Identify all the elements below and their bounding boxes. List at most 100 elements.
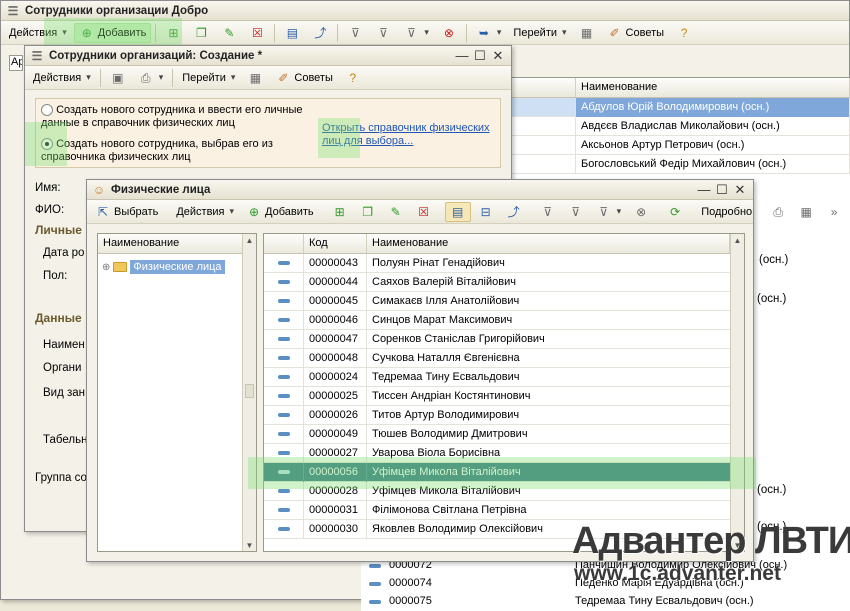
create-tips-button[interactable]: ✐ Советы [270, 68, 337, 88]
expand-icon[interactable]: ⊕ [102, 262, 110, 273]
tree-button[interactable]: ⊟ [473, 202, 499, 222]
save-button[interactable]: ▣ [105, 68, 131, 88]
table-row[interactable]: 00000025 Тиссен Андріан Костянтинович [264, 386, 744, 406]
tree-scrollbar[interactable]: ▲ ▼ [242, 234, 256, 551]
phys-actions-menu[interactable]: Действия [171, 202, 239, 222]
label-group: Группа со [35, 472, 87, 484]
persons-rows: 00000043 Полуян Рінат Генадійович 00000044… [264, 253, 744, 539]
hierarchy-button[interactable]: ▤ [279, 23, 305, 43]
col-code[interactable]: Код [304, 234, 367, 253]
edit-button[interactable]: ✎ [216, 23, 242, 43]
minimize-icon[interactable]: — [695, 182, 713, 197]
more-button[interactable]: » [821, 202, 847, 222]
filter-button[interactable]: ⊽ [535, 202, 561, 222]
option-new-person[interactable]: Создать нового сотрудника и ввести его л… [41, 104, 321, 130]
delete-button[interactable]: ☒ [244, 23, 270, 43]
table-row[interactable]: 00000024 Тедремаа Тину Есвальдович [264, 367, 744, 387]
delete-icon: ☒ [418, 204, 430, 219]
help-button[interactable]: ? [671, 23, 697, 43]
add-folder-button[interactable]: ⊞ [327, 202, 353, 222]
table-row[interactable]: 00000046 Синцов Марат Максимович [264, 310, 744, 330]
hierarchy-icon: ▤ [452, 204, 464, 219]
scroll-up-icon[interactable]: ▲ [731, 234, 744, 248]
table-scrollbar[interactable]: ▲ ▼ [730, 234, 744, 551]
add-folder-icon: ⊞ [334, 204, 345, 219]
copy-button[interactable]: ❐ [355, 202, 381, 222]
copy-button[interactable]: ❐ [188, 23, 214, 43]
label-name: Имя: [35, 182, 61, 194]
table-row[interactable]: 00000044 Саяхов Валерій Віталійович [264, 272, 744, 292]
search-field[interactable]: Ар [9, 55, 23, 71]
list-settings-button[interactable]: ▦ [793, 202, 819, 222]
create-settings-button[interactable]: ▦ [242, 68, 268, 88]
filter-value-button[interactable]: ⊽ [563, 202, 589, 222]
phys-add-button[interactable]: ⊕ Добавить [241, 202, 319, 222]
list-settings-button[interactable]: ▦ [574, 23, 600, 43]
list-settings-icon: ▦ [800, 204, 812, 219]
section-data: Данные [35, 311, 82, 325]
delete-button[interactable]: ☒ [411, 202, 437, 222]
table-row[interactable]: 0000075 Тедремаа Тину Есвальдович (осн.) [361, 593, 850, 611]
filter-button[interactable]: ⊽ [342, 23, 368, 43]
table-row[interactable]: 00000048 Сучкова Наталля Євгенієвна [264, 348, 744, 368]
watermark-title: Адвантер ЛВТИ [572, 520, 850, 562]
minimize-icon[interactable]: — [453, 48, 471, 63]
cell-name: Саяхов Валерій Віталійович [367, 272, 744, 292]
peek-text: (осн.) [759, 254, 789, 266]
go-to-icon-button[interactable]: ➥ [471, 23, 507, 43]
maximize-icon[interactable]: ☐ [471, 48, 489, 64]
item-icon [277, 393, 290, 398]
scroll-thumb[interactable] [245, 384, 254, 398]
label-birthdate: Дата ро [43, 247, 85, 259]
filter-history-button[interactable]: ⊽ [398, 23, 434, 43]
create-goto-menu[interactable]: Перейти [177, 68, 240, 88]
cell-code: 00000043 [304, 253, 367, 273]
filter-icon: ⊽ [543, 204, 553, 219]
cell-code: 00000044 [304, 272, 367, 292]
label-fio: ФИО: [35, 204, 65, 216]
item-icon [277, 450, 290, 455]
table-row[interactable]: 00000045 Симакаєв Ілля Анатолійович [264, 291, 744, 311]
select-button[interactable]: ⇱ Выбрать [90, 202, 163, 222]
create-help-button[interactable]: ? [340, 68, 366, 88]
pencil-icon: ✎ [390, 204, 401, 219]
hierarchy-button[interactable]: ▤ [444, 201, 471, 222]
main-goto-menu[interactable]: Перейти [508, 23, 571, 43]
create-actions-menu[interactable]: Действия [28, 68, 96, 88]
filter-value-button[interactable]: ⊽ [370, 23, 396, 43]
main-tips-button[interactable]: ✐ Советы [602, 23, 669, 43]
filter-off-button[interactable]: ⊗ [628, 202, 654, 222]
help-icon: ? [680, 25, 688, 40]
table-row[interactable]: 00000031 Філімонова Світлана Петрівна [264, 500, 744, 520]
radio-new-person[interactable] [41, 104, 53, 117]
phys-toolbar: ⇱Выбрать Действия ⊕Добавить ⊞ ❐ ✎ ☒ ▤ ⊟ … [87, 200, 837, 224]
filter-off-button[interactable]: ⊗ [436, 23, 462, 43]
highlight-link [318, 118, 360, 158]
scroll-up-icon[interactable]: ▲ [243, 234, 256, 248]
edit-button[interactable]: ✎ [383, 202, 409, 222]
table-row[interactable]: 00000049 Тюшев Володимир Дмитрович [264, 424, 744, 444]
close-icon[interactable]: ✕ [489, 48, 507, 64]
detail-button[interactable]: Подробно [696, 202, 757, 222]
cell-code: 00000024 [304, 367, 367, 387]
close-icon[interactable]: ✕ [731, 182, 749, 198]
filter-history-button[interactable]: ⊽ [591, 202, 627, 222]
list-icon: ☰ [31, 48, 43, 63]
table-row[interactable]: 00000026 Титов Артур Володимирович [264, 405, 744, 425]
col-name[interactable]: Наименование [367, 234, 730, 253]
filter-icon: ⊽ [350, 25, 360, 40]
print-button[interactable]: ⎙ [133, 68, 169, 88]
maximize-icon[interactable]: ☐ [713, 182, 731, 198]
item-icon [277, 336, 290, 341]
print-button[interactable]: ⎙ [765, 202, 791, 222]
create-title: Сотрудники организаций: Создание * [49, 49, 263, 62]
refresh-button[interactable]: ⟳ [662, 202, 688, 222]
scroll-down-icon[interactable]: ▼ [243, 539, 256, 551]
tree-item-persons[interactable]: ⊕ Физические лица [102, 258, 238, 276]
option-select-person[interactable]: Создать нового сотрудника, выбрав его из… [41, 138, 321, 164]
table-row[interactable]: 00000047 Соренков Станіслав Григорійович [264, 329, 744, 349]
table-row[interactable]: 00000043 Полуян Рінат Генадійович [264, 253, 744, 273]
level-up-button[interactable]: ⤴ [307, 23, 333, 43]
highlight-option2 [25, 122, 67, 166]
level-up-button[interactable]: ⤴ [501, 202, 527, 222]
